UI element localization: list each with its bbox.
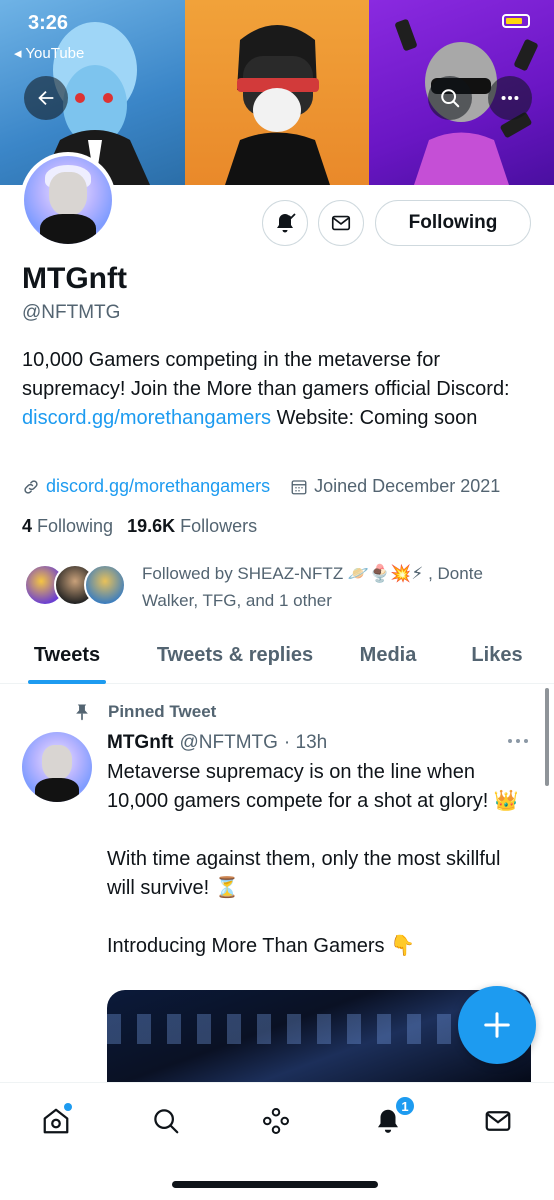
envelope-icon [331, 215, 351, 231]
tweet-paragraph: With time against them, only the most sk… [107, 848, 501, 899]
search-icon [441, 89, 460, 108]
tweet-paragraph: Metaverse supremacy is on the line when … [107, 761, 519, 812]
tab-tweets[interactable]: Tweets [28, 626, 106, 684]
followed-by[interactable]: Followed by SHEAZ-NFTZ 🪐🍨💥⚡ , Donte Walk… [24, 560, 542, 614]
status-time: 3:26 [28, 12, 69, 34]
website-item[interactable]: discord.gg/morethangamers [22, 476, 270, 497]
tweet-timestamp[interactable]: · 13h [284, 732, 327, 754]
more-dots-icon [508, 739, 528, 743]
nav-notifications[interactable]: 1 [366, 1095, 416, 1143]
tweet-more-button[interactable] [506, 734, 530, 753]
profile-meta: discord.gg/morethangamers Joined Decembe… [22, 476, 520, 497]
followed-by-text: Followed by SHEAZ-NFTZ 🪐🍨💥⚡ , Donte Walk… [142, 564, 483, 610]
scrollbar[interactable] [545, 688, 549, 786]
tweet-text: Metaverse supremacy is on the line when … [107, 758, 527, 990]
banner-character-skull [224, 25, 330, 185]
followers-count-link[interactable]: 19.6K Followers [127, 516, 257, 537]
joined-item: Joined December 2021 [290, 476, 500, 497]
following-count-link[interactable]: 4 Following [22, 516, 113, 537]
profile-avatar[interactable] [20, 152, 116, 248]
bio-text-end: Website: Coming soon [271, 407, 478, 429]
following-count: 4 [22, 516, 33, 536]
tweet-author-handle[interactable]: @NFTMTG [179, 732, 277, 754]
tab-likes[interactable]: Likes [466, 626, 528, 684]
tweet-header: MTGnft @NFTMTG · 13h [107, 732, 327, 754]
more-options-button[interactable] [488, 76, 532, 120]
bio-discord-link[interactable]: discord.gg/morethangamers [22, 407, 271, 429]
envelope-icon [485, 1111, 511, 1131]
bell-check-icon [277, 213, 296, 233]
search-button[interactable] [428, 76, 472, 120]
nav-search[interactable] [144, 1099, 188, 1143]
nav-messages[interactable] [476, 1099, 520, 1143]
pinned-label: Pinned Tweet [108, 702, 217, 721]
notifications-toggle-button[interactable] [262, 200, 308, 246]
back-button[interactable] [24, 76, 68, 120]
joined-date: Joined December 2021 [314, 476, 501, 496]
profile-handle: @NFTMTG [22, 302, 121, 323]
bottom-navigation: 1 [0, 1082, 554, 1200]
pin-icon [76, 704, 88, 721]
tweet-author-name[interactable]: MTGnft [107, 732, 173, 754]
back-to-app-link[interactable]: ◂ YouTube [14, 44, 84, 62]
tweet-paragraph: Introducing More Than Gamers 👇 [107, 935, 415, 957]
battery-icon [502, 14, 530, 28]
bio-text: 10,000 Gamers competing in the metaverse… [22, 349, 510, 400]
following-count-label: Following [37, 516, 114, 536]
compose-tweet-button[interactable] [458, 986, 536, 1064]
search-icon [154, 1109, 179, 1134]
spaces-icon [263, 1108, 289, 1134]
message-button[interactable] [318, 200, 364, 246]
new-content-dot [64, 1103, 72, 1111]
nav-spaces[interactable] [254, 1099, 298, 1143]
profile-name: MTGnft [22, 262, 127, 295]
notifications-badge: 1 [394, 1095, 416, 1117]
home-indicator[interactable] [172, 1181, 378, 1188]
pinned-indicator: Pinned Tweet [72, 702, 216, 722]
more-dots-icon [501, 95, 519, 101]
followers-count: 19.6K [127, 516, 176, 536]
profile-bio: 10,000 Gamers competing in the metaverse… [22, 346, 532, 433]
following-button[interactable]: Following [375, 200, 531, 246]
tweet-author-avatar[interactable] [22, 732, 92, 802]
follow-counts: 4 Following 19.6K Followers [22, 516, 257, 537]
website-link[interactable]: discord.gg/morethangamers [46, 476, 270, 497]
link-icon [24, 479, 38, 494]
status-indicators [502, 14, 530, 28]
followed-by-avatars [24, 560, 134, 608]
tab-media[interactable]: Media [352, 626, 424, 684]
banner-panel-orange [184, 0, 370, 185]
calendar-icon [291, 479, 307, 494]
profile-tabs: Tweets Tweets & replies Media Likes [0, 626, 554, 684]
nav-home[interactable] [34, 1099, 78, 1143]
followers-count-label: Followers [180, 516, 258, 536]
tab-tweets-replies[interactable]: Tweets & replies [150, 626, 320, 684]
follower-avatar [84, 564, 126, 606]
avatar-image [24, 156, 112, 244]
plus-icon [484, 1012, 510, 1038]
arrow-left-icon [38, 90, 54, 106]
